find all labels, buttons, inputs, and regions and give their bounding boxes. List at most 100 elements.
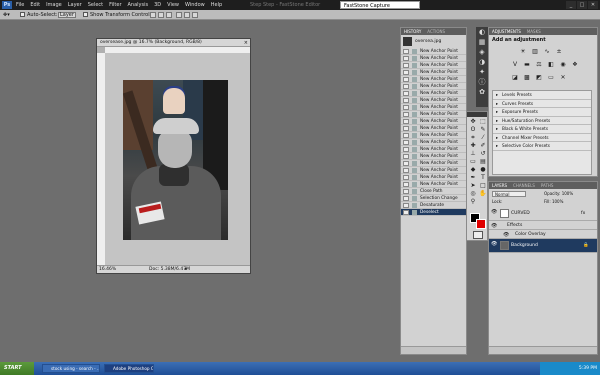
history-item[interactable]: New Anchor Point (401, 76, 466, 83)
history-source-checkbox[interactable] (403, 154, 409, 159)
layer-row-curved[interactable]: 👁 CURVED fx (489, 207, 597, 221)
history-item[interactable]: New Anchor Point (401, 146, 466, 153)
fill-field[interactable]: Fill: 100% (544, 199, 563, 205)
menu-select[interactable]: Select (88, 1, 103, 9)
history-source-checkbox[interactable] (403, 161, 409, 166)
history-source-checkbox[interactable] (403, 210, 409, 215)
tab-adjustments[interactable]: ADJUSTMENTS (489, 28, 524, 35)
shape-tool-icon[interactable]: □ (478, 182, 488, 190)
minimize-button[interactable]: _ (566, 1, 576, 9)
eye-icon[interactable]: 👁 (503, 233, 509, 238)
color-panel-icon[interactable]: ◐ (476, 27, 488, 37)
history-item[interactable]: New Anchor Point (401, 97, 466, 104)
taskbar-item-photoshop[interactable]: Adobe Photoshop CS4 ... (104, 364, 154, 373)
tab-actions[interactable]: ACTIONS (424, 28, 448, 35)
history-item[interactable]: Close Path (401, 188, 466, 195)
snapshot-thumbnail[interactable] (403, 37, 412, 46)
eye-icon[interactable]: 👁 (491, 224, 497, 229)
curves-icon[interactable]: ∿ (543, 48, 551, 56)
menu-file[interactable]: File (16, 1, 24, 9)
fx-icon[interactable]: fx (581, 207, 585, 220)
tab-layers[interactable]: LAYERS (489, 182, 510, 189)
history-item[interactable]: New Anchor Point (401, 125, 466, 132)
history-source-checkbox[interactable] (403, 112, 409, 117)
layer-row-background[interactable]: 👁 Background 🔒 (489, 239, 597, 253)
history-source-checkbox[interactable] (403, 98, 409, 103)
pen-tool-icon[interactable]: ✒ (468, 174, 478, 182)
tab-channels[interactable]: CHANNELS (510, 182, 538, 189)
history-item[interactable]: New Anchor Point (401, 111, 466, 118)
menu-help[interactable]: Help (211, 1, 222, 9)
crop-tool-icon[interactable]: ⌗ (468, 134, 478, 142)
exposure-icon[interactable]: ± (555, 48, 563, 56)
posterize-icon[interactable]: ▩ (523, 74, 531, 82)
opacity-field[interactable]: Opacity: 100% (544, 191, 573, 197)
history-item[interactable]: New Anchor Point (401, 118, 466, 125)
history-source-checkbox[interactable] (403, 91, 409, 96)
history-source-checkbox[interactable] (403, 70, 409, 75)
zoom-level[interactable]: 16.46% (99, 266, 116, 273)
blend-mode-select[interactable]: Normal (492, 191, 526, 197)
styles-panel-icon[interactable]: ◈ (476, 47, 488, 57)
brightness-icon[interactable]: ☀ (519, 48, 527, 56)
history-item[interactable]: New Anchor Point (401, 174, 466, 181)
layer-effects-row[interactable]: 👁 Effects (489, 221, 597, 230)
history-source-checkbox[interactable] (403, 196, 409, 201)
close-icon[interactable]: × (244, 40, 248, 47)
3d-tool-icon[interactable]: ◎ (468, 190, 478, 198)
history-item[interactable]: New Anchor Point (401, 83, 466, 90)
history-item[interactable]: New Anchor Point (401, 90, 466, 97)
brush-tool-icon[interactable]: ✐ (478, 142, 488, 150)
align-right-icon[interactable] (192, 12, 198, 18)
eraser-tool-icon[interactable]: ▭ (468, 158, 478, 166)
history-item[interactable]: New Anchor Point (401, 153, 466, 160)
history-source-checkbox[interactable] (403, 175, 409, 180)
history-item[interactable]: Desaturate (401, 202, 466, 209)
align-left-icon[interactable] (176, 12, 182, 18)
history-item[interactable]: New Anchor Point (401, 69, 466, 76)
selective-color-icon[interactable]: ✕ (559, 74, 567, 82)
preset-row[interactable]: ▸ Hue/Saturation Presets (493, 117, 591, 125)
black-white-icon[interactable]: ◧ (547, 61, 555, 69)
layer-effect-item[interactable]: 👁 Color Overlay (489, 230, 597, 239)
document-tab[interactable]: oversease.jpg @ 16.7% (Background, RGB/8… (97, 39, 250, 47)
stamp-tool-icon[interactable]: ⊥ (468, 150, 478, 158)
menu-3d[interactable]: 3D (154, 1, 161, 9)
history-source-checkbox[interactable] (403, 168, 409, 173)
vibrance-icon[interactable]: V (511, 61, 519, 69)
preset-row[interactable]: ▸ Channel Mixer Presets (493, 134, 591, 142)
move-tool-icon[interactable]: ✥▾ (3, 11, 10, 19)
eyedropper-tool-icon[interactable]: ⁄ (478, 134, 488, 142)
history-source-checkbox[interactable] (403, 126, 409, 131)
history-item[interactable]: New Anchor Point (401, 139, 466, 146)
history-source-checkbox[interactable] (403, 77, 409, 82)
dodge-tool-icon[interactable]: ● (478, 166, 488, 174)
history-item[interactable]: New Anchor Point (401, 55, 466, 62)
history-source-checkbox[interactable] (403, 84, 409, 89)
arrow-right-icon[interactable]: ▸ (185, 266, 187, 273)
history-item[interactable]: New Anchor Point (401, 62, 466, 69)
history-item[interactable]: New Anchor Point (401, 48, 466, 55)
history-item[interactable]: New Anchor Point (401, 160, 466, 167)
blur-tool-icon[interactable]: ◆ (468, 166, 478, 174)
gradient-map-icon[interactable]: ▭ (547, 74, 555, 82)
info-panel-icon[interactable]: ⓘ (476, 77, 488, 87)
history-source-checkbox[interactable] (403, 189, 409, 194)
type-tool-icon[interactable]: T (478, 174, 488, 182)
history-source-checkbox[interactable] (403, 182, 409, 187)
quick-mask-icon[interactable] (473, 231, 483, 239)
preset-row[interactable]: ▸ Black & White Presets (493, 125, 591, 134)
close-button[interactable]: ✕ (588, 1, 598, 9)
zoom-tool-icon[interactable]: ⚲ (468, 198, 478, 206)
history-source-checkbox[interactable] (403, 133, 409, 138)
history-source-checkbox[interactable] (403, 105, 409, 110)
preset-row[interactable]: ▸ Levels Presets (493, 91, 591, 100)
tab-history[interactable]: HISTORY (401, 28, 424, 35)
preset-row[interactable]: ▸ Exposure Presets (493, 108, 591, 117)
threshold-icon[interactable]: ◩ (535, 74, 543, 82)
tab-masks[interactable]: MASKS (524, 28, 544, 35)
swatches-panel-icon[interactable]: ▦ (476, 37, 488, 47)
history-source-checkbox[interactable] (403, 147, 409, 152)
invert-icon[interactable]: ◪ (511, 74, 519, 82)
navigator-panel-icon[interactable]: ✦ (476, 67, 488, 77)
